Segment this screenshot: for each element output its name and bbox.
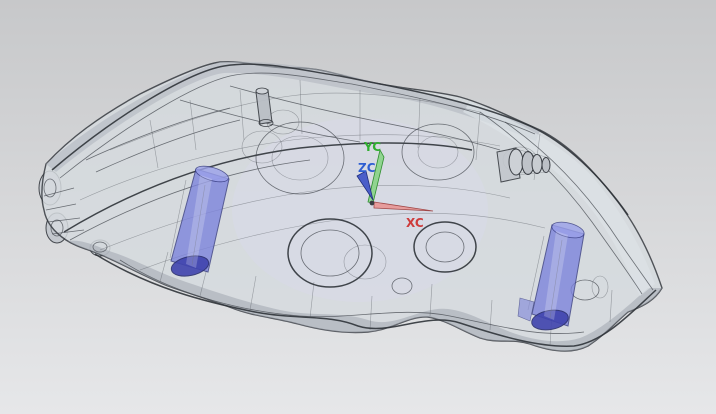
xc-axis-label: XC: [406, 216, 424, 230]
triad-origin[interactable]: [369, 200, 375, 206]
yc-axis-label: YC: [363, 140, 381, 154]
zc-axis-label: ZC: [358, 161, 376, 175]
viewport-canvas[interactable]: YC ZC XC: [0, 0, 716, 414]
cad-viewport[interactable]: YC ZC XC: [0, 0, 716, 414]
transparency-tint: [232, 118, 488, 302]
